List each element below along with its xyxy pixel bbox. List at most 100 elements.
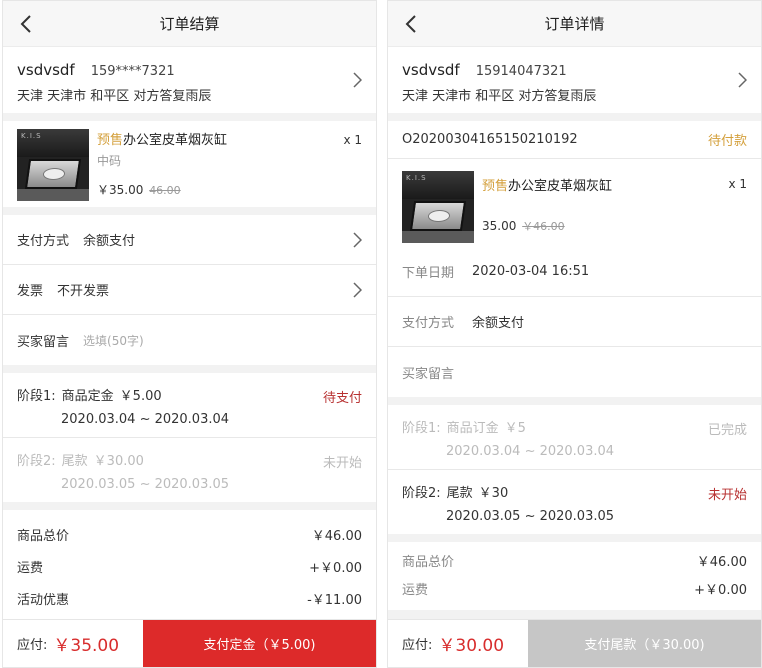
checkout-screen: 订单结算 vsdvsdf 159****7321 天津 天津市 和平区 对方答复… <box>2 0 377 668</box>
stage-2-name: 尾款 <box>446 486 473 501</box>
order-date-label: 下单日期 <box>402 266 455 281</box>
stage-2: 阶段2: 尾款 ￥30 2020.03.05 ~ 2020.03.05 未开始 <box>388 470 761 534</box>
summary-value: ￥46.00 <box>696 554 747 570</box>
pay-balance-button[interactable]: 支付尾款（￥30.00) <box>528 619 761 667</box>
product-item[interactable]: K.I.S 预售办公室皮革烟灰缸 中码 ￥35.00 46.00 x 1 <box>3 121 376 207</box>
stage-2-amount: ￥30.00 <box>93 454 144 469</box>
chevron-right-icon <box>352 282 363 298</box>
invoice-label: 发票 <box>17 284 44 299</box>
stage-1: 阶段1: 商品定金 ￥5.00 2020.03.04 ~ 2020.03.04 … <box>3 373 376 438</box>
stage-1-title: 阶段1: <box>17 389 56 404</box>
order-date-row: 下单日期 2020-03-04 16:51 <box>388 247 761 297</box>
summary-value: -￥11.00 <box>307 592 362 608</box>
summary-label: 运费 <box>402 582 429 598</box>
summary-label: 运费 <box>17 560 44 576</box>
product-name: 预售办公室皮革烟灰缸 <box>482 175 747 194</box>
price-current: 35.00 <box>482 219 517 233</box>
back-button[interactable] <box>15 11 37 37</box>
order-number-row: O20200304165150210192 待付款 <box>388 121 761 159</box>
stage-2-name: 尾款 <box>61 454 88 469</box>
price-original: 46.00 <box>149 184 181 197</box>
recipient-address: 天津 天津市 和平区 对方答复雨辰 <box>17 89 212 104</box>
nav-bar: 订单结算 <box>3 1 376 47</box>
page-title: 订单结算 <box>159 15 220 33</box>
summary-row: 活动优惠 -￥11.00 <box>17 582 362 614</box>
summary-label: 商品总价 <box>17 528 70 544</box>
stage-2-dates: 2020.03.05 ~ 2020.03.05 <box>446 509 615 524</box>
product-thumbnail: K.I.S <box>402 171 474 243</box>
summary-value: +￥0.00 <box>309 560 362 576</box>
product-item[interactable]: K.I.S 预售办公室皮革烟灰缸 35.00 ￥46.00 x 1 <box>388 159 761 247</box>
payment-label: 支付方式 <box>17 234 70 249</box>
back-arrow-icon <box>405 15 416 33</box>
payment-method-row: 支付方式 余额支付 <box>388 297 761 347</box>
note-label: 买家留言 <box>402 366 455 382</box>
thumbnail-brand: K.I.S <box>21 132 42 140</box>
product-price: ￥35.00 46.00 <box>97 181 362 198</box>
stage-1-amount: ￥5.00 <box>119 389 162 404</box>
stage-2-title: 阶段2: <box>17 454 56 469</box>
stage-1: 阶段1: 商品订金 ￥5 2020.03.04 ~ 2020.03.04 已完成 <box>388 405 761 470</box>
presale-tag: 预售 <box>97 133 124 148</box>
due-label: 应付: <box>17 638 48 653</box>
chevron-right-icon <box>352 232 363 248</box>
stage-2-dates: 2020.03.05 ~ 2020.03.05 <box>61 477 230 492</box>
invoice-value: 不开发票 <box>57 284 110 299</box>
stage-2-status: 未开始 <box>707 488 747 503</box>
buyer-note-input[interactable]: 选填(50字) <box>83 332 144 349</box>
stage-1-title: 阶段1: <box>402 421 441 436</box>
stage-1-name: 商品定金 <box>61 389 114 404</box>
stage-2-amount: ￥30 <box>478 486 509 501</box>
nav-bar: 订单详情 <box>388 1 761 47</box>
price-summary: 商品总价 ￥46.00 运费 +￥0.00 活动优惠 -￥11.00 <box>3 510 376 622</box>
back-button[interactable] <box>400 11 422 37</box>
product-name-text: 办公室皮革烟灰缸 <box>123 133 228 148</box>
page-title: 订单详情 <box>544 15 605 33</box>
summary-value: +￥0.00 <box>694 582 747 598</box>
stage-1-amount: ￥5 <box>504 421 526 436</box>
product-qty: x 1 <box>728 177 747 191</box>
stage-2-title: 阶段2: <box>402 486 441 501</box>
price-current: ￥35.00 <box>97 183 144 197</box>
summary-row: 商品总价 ￥46.00 <box>17 518 362 550</box>
back-arrow-icon <box>20 15 31 33</box>
stage-2: 阶段2: 尾款 ￥30.00 2020.03.05 ~ 2020.03.05 未… <box>3 438 376 502</box>
due-label: 应付: <box>402 638 433 653</box>
recipient-name: vsdvsdf <box>402 61 460 79</box>
order-date-value: 2020-03-04 16:51 <box>472 264 590 279</box>
pay-deposit-button[interactable]: 支付定金（￥5.00) <box>143 619 376 667</box>
thumbnail-brand: K.I.S <box>406 174 427 182</box>
summary-label: 活动优惠 <box>17 592 70 608</box>
stage-1-name: 商品订金 <box>446 421 499 436</box>
checkout-bar: 应付: ￥35.00 支付定金（￥5.00) <box>3 619 376 667</box>
checkout-bar: 应付: ￥30.00 支付尾款（￥30.00) <box>388 619 761 667</box>
summary-row: 运费 +￥0.00 <box>402 574 747 602</box>
payment-value: 余额支付 <box>83 234 136 249</box>
stage-1-dates: 2020.03.04 ~ 2020.03.04 <box>61 412 230 427</box>
payment-value: 余额支付 <box>472 316 525 331</box>
address-card[interactable]: vsdvsdf 15914047321 天津 天津市 和平区 对方答复雨辰 <box>388 47 761 113</box>
address-card[interactable]: vsdvsdf 159****7321 天津 天津市 和平区 对方答复雨辰 <box>3 47 376 113</box>
price-original: ￥46.00 <box>522 220 565 233</box>
product-thumbnail: K.I.S <box>17 129 89 201</box>
chevron-right-icon <box>737 72 748 88</box>
price-summary: 商品总价 ￥46.00 运费 +￥0.00 <box>388 542 761 610</box>
product-name: 预售办公室皮革烟灰缸 <box>97 129 362 148</box>
summary-row: 商品总价 ￥46.00 <box>402 546 747 574</box>
recipient-address: 天津 天津市 和平区 对方答复雨辰 <box>402 89 597 104</box>
stage-1-status: 已完成 <box>707 423 747 438</box>
summary-row: 运费 +￥0.00 <box>17 550 362 582</box>
chevron-right-icon <box>352 72 363 88</box>
product-qty: x 1 <box>343 133 362 147</box>
stage-1-dates: 2020.03.04 ~ 2020.03.04 <box>446 444 615 459</box>
stage-2-status: 未开始 <box>322 456 362 471</box>
buyer-note-row[interactable]: 买家留言 选填(50字) <box>3 315 376 365</box>
product-name-text: 办公室皮革烟灰缸 <box>508 179 613 194</box>
summary-value: ￥46.00 <box>311 528 362 544</box>
payment-label: 支付方式 <box>402 316 455 331</box>
order-number: O20200304165150210192 <box>402 132 578 147</box>
presale-tag: 预售 <box>482 179 509 194</box>
invoice-row[interactable]: 发票 不开发票 <box>3 265 376 315</box>
summary-label: 商品总价 <box>402 554 455 570</box>
payment-method-row[interactable]: 支付方式 余额支付 <box>3 215 376 265</box>
